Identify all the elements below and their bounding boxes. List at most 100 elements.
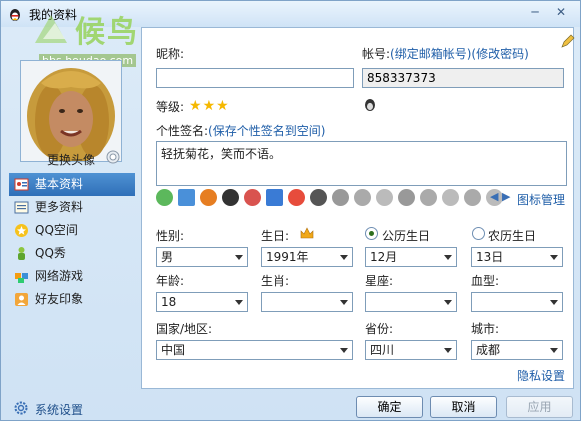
chevron-down-icon (550, 300, 558, 305)
diamond-badge-icon[interactable] (464, 189, 481, 206)
bottom-bar: 系统设置 确定 取消 应用 (1, 389, 580, 420)
chevron-down-icon (235, 300, 243, 305)
nav-item-qzone[interactable]: QQ空间 (9, 219, 135, 242)
gender-label: 性别: (156, 229, 185, 243)
pc-badge-icon[interactable] (266, 189, 283, 206)
qzone-badge-icon[interactable] (156, 189, 173, 206)
profile-window: 我的资料 ─ ✕ 候鸟 bbs.houdao.com 更换头像 (0, 0, 581, 421)
scroll-left-icon[interactable]: ◀ (490, 190, 498, 203)
star-icon: ★ (189, 98, 202, 114)
blood-type-select[interactable] (471, 292, 563, 312)
age-label: 年龄: (156, 274, 185, 288)
chevron-down-icon (340, 255, 348, 260)
chevron-down-icon (550, 255, 558, 260)
diamond-badge-icon[interactable] (420, 189, 437, 206)
gray-badge-icon[interactable] (354, 189, 371, 206)
nav-item-friend-impression[interactable]: 好友印象 (9, 288, 135, 311)
birth-day-select[interactable]: 13日 (471, 247, 563, 267)
nickname-label: 昵称: (156, 47, 185, 61)
penguin-badge-icon[interactable] (222, 189, 239, 206)
diamond-badge-icon[interactable] (442, 189, 459, 206)
nickname-input[interactable] (156, 68, 354, 88)
star-icon: ★ (216, 98, 229, 114)
chevron-down-icon (340, 348, 348, 353)
province-label: 省份: (365, 322, 394, 336)
birthday-label: 生日: (261, 229, 290, 243)
friend-card-icon (15, 293, 28, 306)
minimize-button[interactable]: ─ (524, 3, 546, 21)
left-panel: 更换头像 基本资料 更多资料 QQ空间 QQ秀 网络游戏 好友印象 (1, 27, 141, 389)
bind-email-link[interactable]: (绑定邮箱帐号) (390, 47, 471, 61)
blood-type-label: 血型: (471, 274, 500, 288)
mail-badge-icon[interactable] (178, 189, 195, 206)
star-icon: ★ (202, 98, 216, 114)
puzzle-icon (15, 273, 28, 283)
privacy-settings-link[interactable]: 隐私设置 (517, 367, 565, 384)
gear-icon[interactable] (13, 400, 29, 416)
gray-badge-icon[interactable] (398, 189, 415, 206)
cancel-button[interactable]: 取消 (430, 396, 497, 418)
country-label: 国家/地区: (156, 322, 213, 336)
nav-item-qqshow[interactable]: QQ秀 (9, 242, 135, 265)
corner-pencil-icon[interactable] (561, 34, 575, 48)
solar-birthday-label: 公历生日 (382, 229, 431, 243)
qzone-star-icon (15, 224, 28, 237)
level-label: 等级: (156, 100, 185, 114)
chevron-down-icon (550, 348, 558, 353)
camera-icon[interactable] (105, 149, 121, 165)
penguin-status-icon (365, 99, 375, 111)
avatar[interactable] (20, 60, 122, 162)
avatar-image (21, 61, 121, 161)
icon-manage-link[interactable]: 图标管理 (517, 191, 565, 208)
penguin-gray-badge-icon[interactable] (310, 189, 327, 206)
zodiac-label: 生肖: (261, 274, 290, 288)
age-select[interactable]: 18 (156, 292, 248, 312)
nav-item-more-info[interactable]: 更多资料 (9, 196, 135, 219)
nav-item-online-games[interactable]: 网络游戏 (9, 265, 135, 288)
gray-badge-icon[interactable] (332, 189, 349, 206)
save-signature-link[interactable]: (保存个性签名到空间) (208, 124, 325, 138)
city-label: 城市: (471, 322, 500, 336)
zodiac-select[interactable] (261, 292, 353, 312)
title-bar: 我的资料 ─ ✕ (1, 1, 580, 27)
close-button[interactable]: ✕ (550, 3, 572, 21)
crown-icon (300, 227, 314, 239)
chevron-down-icon (444, 348, 452, 353)
signature-label: 个性签名:(保存个性签名到空间) (156, 124, 326, 138)
apply-button[interactable]: 应用 (506, 396, 573, 418)
window-title: 我的资料 (29, 8, 78, 22)
qqshow-figure-icon (18, 247, 25, 260)
chevron-down-icon (340, 300, 348, 305)
country-select[interactable]: 中国 (156, 340, 353, 360)
diamond-badge-icon[interactable] (376, 189, 393, 206)
qq-penguin-icon (10, 9, 20, 21)
lunar-birthday-radio[interactable] (472, 227, 485, 240)
nav-item-basic-info[interactable]: 基本资料 (9, 173, 135, 196)
solar-birthday-radio[interactable] (365, 227, 378, 240)
document-list-icon (14, 201, 29, 214)
chevron-down-icon (444, 300, 452, 305)
nav-list: 基本资料 更多资料 QQ空间 QQ秀 网络游戏 好友印象 (9, 173, 135, 311)
lunar-birthday-label: 农历生日 (488, 229, 537, 243)
scroll-right-icon[interactable]: ▶ (502, 190, 510, 203)
gender-select[interactable]: 男 (156, 247, 248, 267)
birth-month-select[interactable]: 12月 (365, 247, 457, 267)
chevron-down-icon (235, 255, 243, 260)
heart-badge-icon[interactable] (288, 189, 305, 206)
chevron-down-icon (444, 255, 452, 260)
change-password-link[interactable]: (修改密码) (471, 47, 528, 61)
ok-button[interactable]: 确定 (356, 396, 423, 418)
profile-card-icon (14, 178, 29, 191)
city-select[interactable]: 成都 (471, 340, 563, 360)
province-select[interactable]: 四川 (365, 340, 457, 360)
system-settings-link[interactable]: 系统设置 (35, 401, 83, 418)
birth-year-select[interactable]: 1991年 (261, 247, 353, 267)
show-badge-icon[interactable] (244, 189, 261, 206)
constellation-label: 星座: (365, 274, 394, 288)
signature-input[interactable]: 轻抚菊花，笑而不语。 (156, 141, 567, 186)
main-panel: 昵称: 帐号:(绑定邮箱帐号)(修改密码) 858337373 等级: ★★★ … (141, 27, 575, 389)
level-stars: ★★★ (189, 98, 230, 114)
music-badge-icon[interactable] (200, 189, 217, 206)
change-avatar-link[interactable]: 更换头像 (47, 151, 95, 168)
constellation-select[interactable] (365, 292, 457, 312)
